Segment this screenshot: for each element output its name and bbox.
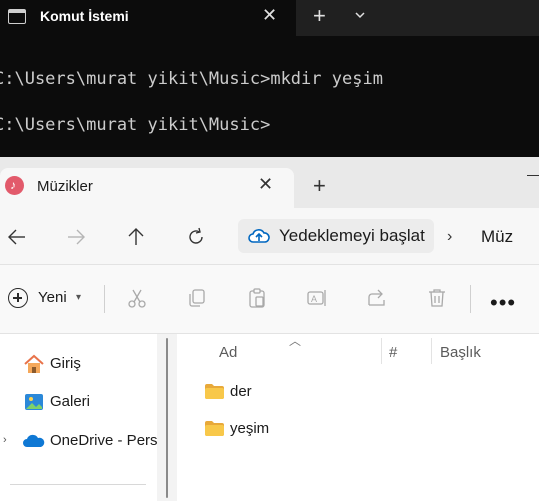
breadcrumb-chevron-icon[interactable]: › xyxy=(447,228,452,246)
file-row[interactable]: yeşim xyxy=(177,417,539,445)
file-list: ︿ Ad # Başlık der yeşim xyxy=(177,334,539,501)
rename-icon[interactable]: A xyxy=(306,287,328,309)
onedrive-icon xyxy=(23,434,45,447)
navigation-scrollbar[interactable] xyxy=(157,334,177,501)
column-divider[interactable] xyxy=(381,338,382,364)
explorer-content: Giriş Galeri › OneDrive - Perso ︿ Ad # B… xyxy=(0,334,539,501)
column-header-name[interactable]: Ad xyxy=(219,344,237,361)
nav-item-label: Galeri xyxy=(50,393,91,410)
sort-ascending-icon: ︿ xyxy=(289,334,302,348)
copy-icon[interactable] xyxy=(186,287,208,309)
svg-text:A: A xyxy=(311,294,317,304)
file-name: yeşim xyxy=(230,420,270,437)
explorer-tabbar: ♪ Müzikler ✕ + xyxy=(0,157,539,208)
nav-item-onedrive[interactable]: › OneDrive - Perso xyxy=(0,430,166,454)
terminal-icon xyxy=(8,9,26,24)
new-label: Yeni xyxy=(38,289,67,306)
forward-button[interactable] xyxy=(65,226,87,248)
nav-item-label: Giriş xyxy=(50,355,81,372)
explorer-tab-title: Müzikler xyxy=(37,178,93,195)
desktop: Komut İstemi ✕ + C:\Users\murat yikit\Mu… xyxy=(0,0,539,501)
cut-icon[interactable] xyxy=(126,287,148,309)
delete-icon[interactable] xyxy=(426,287,448,309)
column-header-title[interactable]: Başlık xyxy=(440,344,481,361)
close-tab-icon[interactable]: ✕ xyxy=(258,174,273,195)
file-row[interactable]: der xyxy=(177,380,539,408)
file-name: der xyxy=(230,383,252,400)
terminal-tabbar: Komut İstemi ✕ + xyxy=(0,0,539,36)
more-options-button[interactable]: ••• xyxy=(490,290,516,316)
navigation-pane: Giriş Galeri › OneDrive - Perso xyxy=(0,334,166,501)
navigation-bar: Yedeklemeyi başlat › Müz xyxy=(0,208,539,265)
backup-label: Yedeklemeyi başlat xyxy=(279,226,425,245)
new-tab-button[interactable]: + xyxy=(313,3,326,29)
paste-icon[interactable] xyxy=(246,287,268,309)
column-divider[interactable] xyxy=(431,338,432,364)
divider xyxy=(104,285,105,313)
nav-item-gallery[interactable]: Galeri xyxy=(0,391,158,415)
back-button[interactable] xyxy=(6,226,28,248)
folder-icon xyxy=(205,421,224,436)
up-button[interactable] xyxy=(125,226,147,248)
chevron-down-icon[interactable] xyxy=(354,9,366,21)
new-tab-button[interactable]: + xyxy=(313,173,326,199)
close-tab-icon[interactable]: ✕ xyxy=(262,5,277,26)
minimize-icon[interactable] xyxy=(527,175,539,176)
divider xyxy=(470,285,471,313)
share-icon[interactable] xyxy=(366,287,388,309)
terminal-prompt: C:\Users\murat yikit\Music> xyxy=(0,115,271,135)
explorer-tab[interactable]: ♪ Müzikler ✕ xyxy=(0,168,294,208)
add-icon xyxy=(8,288,28,308)
nav-item-home[interactable]: Giriş xyxy=(0,353,158,377)
cloud-backup-icon xyxy=(248,229,270,243)
terminal-tab-title: Komut İstemi xyxy=(40,8,129,24)
terminal-output[interactable]: C:\Users\murat yikit\Music>mkdir yeşim C… xyxy=(0,36,539,157)
gallery-icon xyxy=(25,394,43,410)
terminal-tab[interactable]: Komut İstemi ✕ xyxy=(0,0,296,36)
refresh-button[interactable] xyxy=(185,226,207,248)
new-button[interactable]: Yeni ▾ xyxy=(8,288,88,312)
chevron-down-icon: ▾ xyxy=(76,292,82,303)
nav-item-label: OneDrive - Perso xyxy=(50,432,166,449)
column-header-number[interactable]: # xyxy=(389,344,397,361)
breadcrumb-item[interactable]: Müz xyxy=(481,227,513,247)
music-folder-icon: ♪ xyxy=(5,176,24,195)
scrollbar-thumb[interactable] xyxy=(166,338,168,498)
command-bar: Yeni ▾ A ••• xyxy=(0,265,539,334)
divider xyxy=(10,484,146,485)
terminal-window: Komut İstemi ✕ + C:\Users\murat yikit\Mu… xyxy=(0,0,539,157)
folder-icon xyxy=(205,384,224,399)
explorer-window: ♪ Müzikler ✕ + Yedeklemeyi başlat › Müz … xyxy=(0,157,539,501)
terminal-line: C:\Users\murat yikit\Music>mkdir yeşim xyxy=(0,69,383,89)
chevron-right-icon[interactable]: › xyxy=(3,434,7,446)
backup-button[interactable]: Yedeklemeyi başlat xyxy=(238,219,434,253)
home-icon xyxy=(24,354,44,373)
